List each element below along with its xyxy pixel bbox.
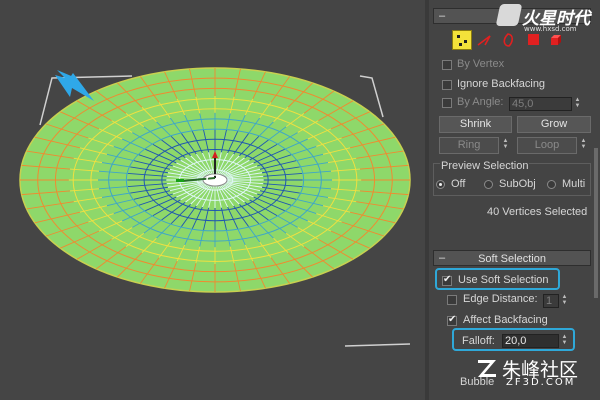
watermark-bottom: 朱峰社区 ZF3D.COM bbox=[476, 355, 600, 395]
watermark-logo-icon bbox=[495, 4, 523, 26]
preview-subobj-radio[interactable] bbox=[484, 180, 493, 189]
by-vertex-checkbox[interactable] bbox=[442, 60, 452, 70]
use-soft-selection-highlight bbox=[435, 268, 560, 290]
collapse-icon[interactable]: – bbox=[439, 8, 445, 24]
panel-scrollbar[interactable] bbox=[594, 148, 598, 298]
ring-button[interactable]: Ring bbox=[439, 137, 499, 154]
watermark-top: 火星时代 www.hxsd.com bbox=[495, 4, 598, 34]
loop-button[interactable]: Loop bbox=[517, 137, 577, 154]
command-panel: – By Vertex Ignore Backfacing By Angle: … bbox=[425, 0, 600, 400]
pointer-arrow-icon bbox=[55, 70, 94, 101]
by-angle-field[interactable]: 45,0 bbox=[509, 97, 572, 111]
preview-selection-title: Preview Selection bbox=[440, 160, 530, 172]
soft-selection-title: Soft Selection bbox=[478, 253, 546, 265]
border-icon[interactable] bbox=[501, 33, 515, 47]
disc-mesh[interactable] bbox=[19, 67, 411, 293]
edge-distance-field[interactable]: 1 bbox=[543, 294, 559, 308]
soft-selection-rollout-header[interactable]: – Soft Selection bbox=[433, 250, 591, 266]
loop-spinner-icon[interactable]: ▲ ▼ bbox=[579, 138, 588, 152]
polygon-icon[interactable] bbox=[528, 34, 539, 45]
by-angle-checkbox[interactable] bbox=[442, 98, 452, 108]
viewport-bracket-bottom bbox=[344, 343, 411, 347]
grow-button[interactable]: Grow bbox=[517, 116, 591, 133]
vertex-icon[interactable] bbox=[452, 30, 472, 50]
watermark-z-logo-icon bbox=[478, 360, 496, 377]
by-angle-spinner-icon[interactable]: ▲ ▼ bbox=[573, 97, 582, 111]
by-angle-label: By Angle: bbox=[457, 96, 504, 108]
ignore-backfacing-label: Ignore Backfacing bbox=[457, 78, 546, 90]
preview-off-label: Off bbox=[451, 178, 466, 190]
preview-multi-radio[interactable] bbox=[547, 180, 556, 189]
ring-spinner-icon[interactable]: ▲ ▼ bbox=[501, 138, 510, 152]
viewport-perspective[interactable] bbox=[0, 0, 425, 400]
by-vertex-label: By Vertex bbox=[457, 58, 505, 70]
watermark-bottom-url: ZF3D.COM bbox=[506, 377, 576, 388]
edge-distance-label: Edge Distance: bbox=[463, 293, 538, 305]
preview-multi-label: Multi bbox=[562, 178, 586, 190]
panel-edge bbox=[425, 0, 429, 400]
preview-off-radio[interactable] bbox=[436, 180, 445, 189]
viewport-canvas[interactable] bbox=[0, 0, 425, 400]
edge-distance-checkbox[interactable] bbox=[447, 295, 457, 305]
affect-backfacing-checkbox[interactable] bbox=[447, 314, 457, 326]
falloff-highlight bbox=[452, 328, 575, 351]
edge-distance-spinner-icon[interactable]: ▲ ▼ bbox=[560, 294, 569, 308]
affect-backfacing-label: Affect Backfacing bbox=[463, 314, 548, 326]
watermark-top-url: www.hxsd.com bbox=[524, 25, 577, 33]
shrink-button[interactable]: Shrink bbox=[439, 116, 512, 133]
edge-icon[interactable] bbox=[477, 33, 491, 47]
ignore-backfacing-checkbox[interactable] bbox=[442, 80, 452, 90]
preview-subobj-label: SubObj bbox=[499, 178, 536, 190]
element-icon[interactable] bbox=[549, 33, 563, 47]
selection-status-text: 40 Vertices Selected bbox=[487, 206, 588, 218]
